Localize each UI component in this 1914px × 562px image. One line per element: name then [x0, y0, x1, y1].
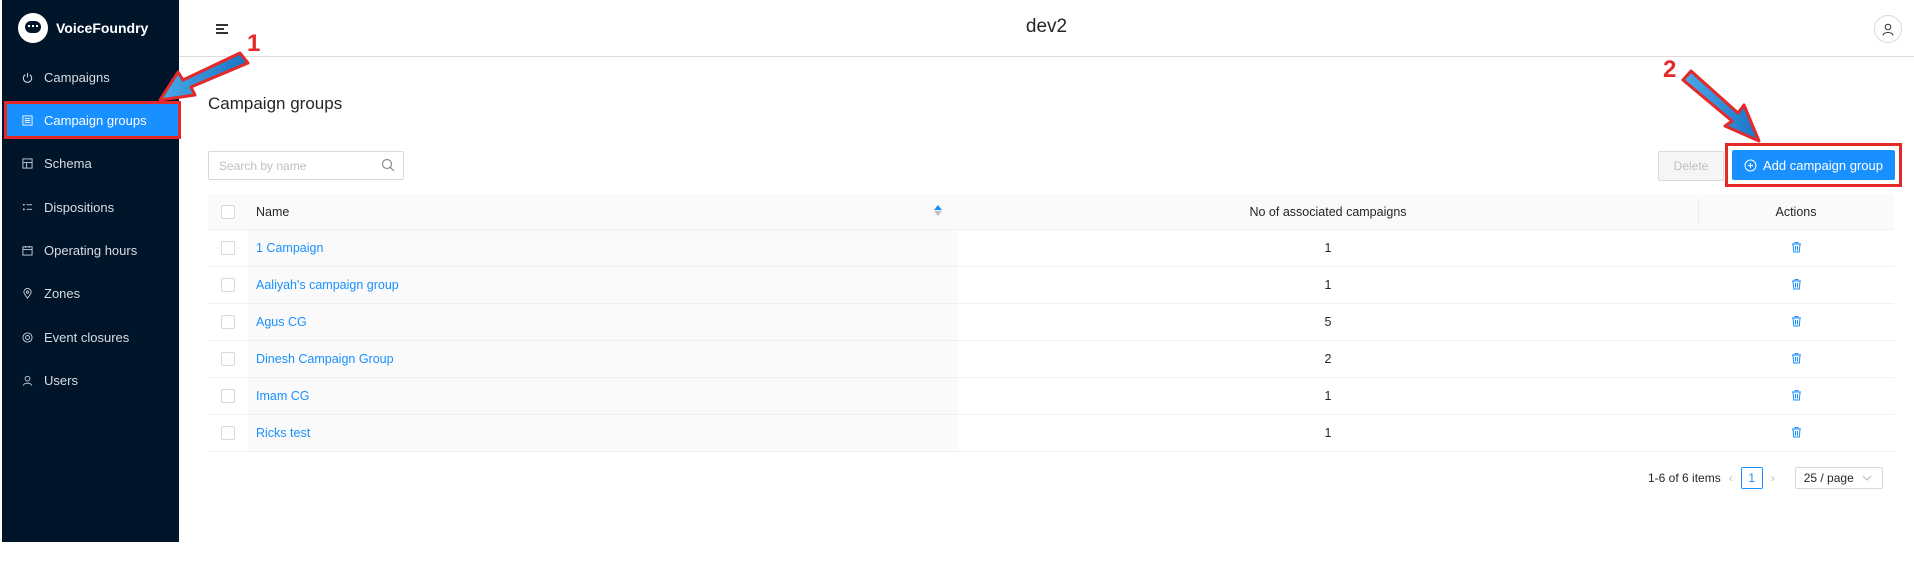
delete-icon[interactable] [1791, 278, 1802, 293]
annotation-step-2: 2 [1663, 56, 1677, 83]
add-button-label: Add campaign group [1763, 157, 1883, 173]
sidebar-item-label: Event closures [44, 329, 130, 345]
row-checkbox[interactable] [221, 389, 235, 403]
table-row: Aaliyah's campaign group 1 [208, 267, 1894, 304]
sidebar: VoiceFoundry Campaigns Campaign groups S… [2, 0, 181, 542]
list-icon [21, 201, 33, 213]
column-header-name[interactable]: Name [248, 194, 958, 229]
delete-button[interactable]: Delete [1658, 151, 1724, 181]
logo-text: VoiceFoundry [56, 20, 149, 36]
calendar-icon [21, 245, 33, 257]
table-row: Agus CG 5 [208, 304, 1894, 341]
sidebar-item-label: Campaign groups [44, 112, 147, 128]
sidebar-nav: Campaigns Campaign groups Schema Disposi… [2, 60, 181, 407]
row-checkbox[interactable] [221, 278, 235, 292]
schema-icon [21, 158, 33, 170]
associated-campaigns-count: 2 [1324, 352, 1332, 366]
associated-campaigns-count: 1 [1324, 278, 1332, 292]
campaign-group-name-link[interactable]: Imam CG [256, 389, 309, 403]
sidebar-item-label: Operating hours [44, 243, 138, 259]
sidebar-item-label: Zones [44, 286, 81, 302]
associated-campaigns-count: 1 [1324, 241, 1332, 255]
select-all-checkbox[interactable] [221, 204, 235, 219]
sidebar-item-label: Campaigns [44, 69, 110, 85]
delete-icon[interactable] [1791, 241, 1802, 256]
logo[interactable]: VoiceFoundry [18, 10, 148, 46]
sidebar-item-users[interactable]: Users [2, 364, 179, 398]
associated-campaigns-count: 1 [1324, 426, 1332, 440]
pagination: 1-6 of 6 items ‹ 1 › 25 / page [1648, 467, 1883, 489]
sidebar-item-operating-hours[interactable]: Operating hours [2, 234, 179, 268]
delete-icon[interactable] [1791, 352, 1802, 367]
add-campaign-group-button[interactable]: Add campaign group [1732, 150, 1895, 180]
row-checkbox[interactable] [221, 426, 235, 440]
campaign-group-name-link[interactable]: Dinesh Campaign Group [256, 352, 394, 366]
campaign-groups-table: Name No of associated campaigns Actions … [208, 194, 1894, 452]
search-icon[interactable] [381, 158, 395, 177]
sidebar-item-campaigns[interactable]: Campaigns [2, 60, 179, 94]
sidebar-item-campaign-groups[interactable]: Campaign groups [4, 101, 181, 140]
table-row: Dinesh Campaign Group 2 [208, 341, 1894, 378]
avatar[interactable] [1874, 15, 1902, 43]
location-icon [21, 288, 33, 300]
user-icon [21, 375, 33, 387]
delete-icon[interactable] [1791, 315, 1802, 330]
campaign-group-name-link[interactable]: 1 Campaign [256, 241, 323, 255]
pagination-summary: 1-6 of 6 items [1648, 471, 1721, 485]
voicefoundry-logo-icon [18, 13, 48, 43]
environment-title: dev2 [1025, 16, 1068, 37]
sort-icon[interactable] [934, 205, 942, 216]
delete-icon[interactable] [1791, 426, 1802, 441]
search-box [208, 151, 404, 180]
row-checkbox[interactable] [221, 241, 235, 255]
power-icon [21, 71, 33, 83]
top-header: dev2 [179, 0, 1914, 57]
sidebar-item-zones[interactable]: Zones [2, 277, 179, 311]
page-size-select[interactable]: 25 / page [1794, 467, 1883, 489]
annotation-arrow-2 [1681, 69, 1761, 143]
sidebar-item-label: Dispositions [44, 199, 115, 215]
sidebar-item-dispositions[interactable]: Dispositions [2, 190, 179, 224]
column-header-count: No of associated campaigns [1249, 204, 1407, 219]
group-icon [21, 114, 33, 126]
search-input[interactable] [219, 158, 379, 173]
campaign-group-name-link[interactable]: Aaliyah's campaign group [256, 278, 399, 292]
page-number[interactable]: 1 [1740, 467, 1763, 489]
table-row: 1 Campaign 1 [208, 230, 1894, 267]
plus-circle-icon [1744, 159, 1757, 171]
row-checkbox[interactable] [221, 352, 235, 366]
delete-icon[interactable] [1791, 389, 1802, 404]
sidebar-item-schema[interactable]: Schema [2, 147, 179, 181]
user-icon [1882, 23, 1894, 36]
page-title: Campaign groups [208, 94, 343, 113]
add-button-highlight: Add campaign group [1725, 143, 1902, 187]
column-header-actions: Actions [1698, 198, 1894, 223]
sidebar-item-label: Users [44, 373, 78, 389]
chevron-left-icon[interactable]: ‹ [1729, 471, 1733, 485]
annotation-step-1: 1 [247, 30, 261, 57]
campaign-group-name-link[interactable]: Ricks test [256, 426, 310, 440]
chevron-right-icon[interactable]: › [1771, 471, 1775, 485]
target-icon [21, 331, 33, 343]
associated-campaigns-count: 5 [1324, 315, 1332, 329]
chevron-down-icon [1862, 475, 1872, 481]
associated-campaigns-count: 1 [1324, 389, 1332, 403]
table-body: 1 Campaign 1 Aaliyah's campaign group 1 Agus… [208, 230, 1894, 452]
table-row: Ricks test 1 [208, 415, 1894, 452]
table-row: Imam CG 1 [208, 378, 1894, 415]
row-checkbox[interactable] [221, 315, 235, 329]
table-header: Name No of associated campaigns Actions [208, 194, 1894, 230]
sidebar-item-label: Schema [44, 156, 92, 172]
sidebar-item-event-closures[interactable]: Event closures [2, 320, 179, 354]
campaign-group-name-link[interactable]: Agus CG [256, 315, 307, 329]
